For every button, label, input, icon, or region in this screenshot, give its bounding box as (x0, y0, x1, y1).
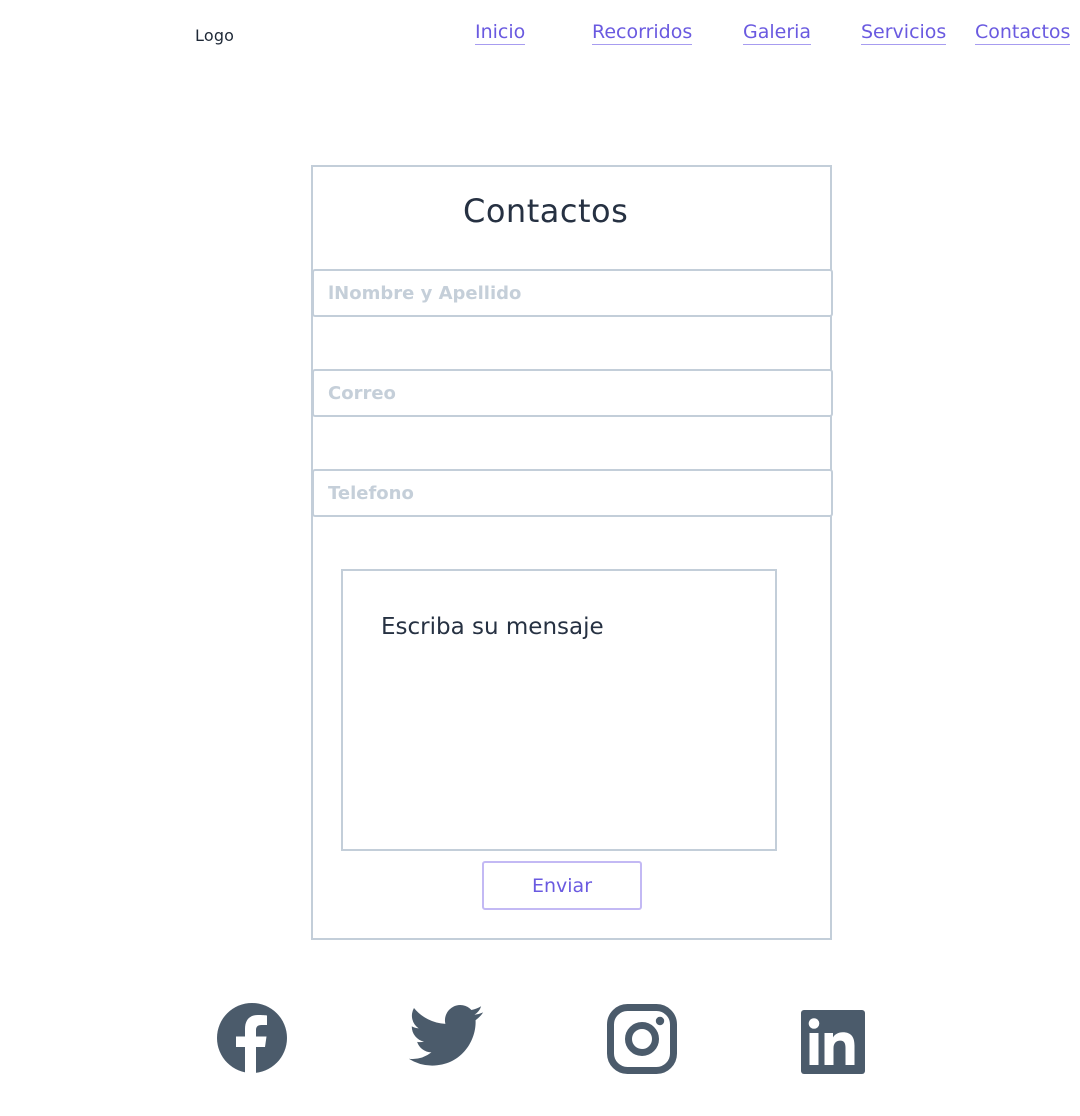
message-text: Escriba su mensaje (381, 614, 604, 640)
nav-link-contactos[interactable]: Contactos (975, 21, 1071, 45)
nav-link-recorridos[interactable]: Recorridos (592, 21, 693, 45)
facebook-link[interactable] (216, 1002, 288, 1074)
nav-link-galeria[interactable]: Galeria (743, 21, 812, 45)
facebook-icon (217, 1003, 287, 1074)
name-field[interactable] (312, 269, 833, 317)
email-field[interactable] (312, 369, 833, 417)
twitter-link[interactable] (408, 1005, 484, 1067)
instagram-link[interactable] (607, 1004, 677, 1074)
linkedin-link[interactable] (801, 1010, 865, 1074)
phone-field[interactable] (312, 469, 833, 517)
nav-link-inicio[interactable]: Inicio (475, 21, 526, 45)
nav-link-servicios[interactable]: Servicios (861, 21, 947, 45)
linkedin-icon (801, 1010, 865, 1074)
twitter-icon (408, 1005, 484, 1066)
message-textarea[interactable] (341, 569, 777, 851)
instagram-icon (607, 1004, 677, 1074)
logo: Logo (195, 26, 235, 45)
form-title: Contactos (463, 192, 629, 230)
send-button[interactable]: Enviar (482, 861, 642, 910)
